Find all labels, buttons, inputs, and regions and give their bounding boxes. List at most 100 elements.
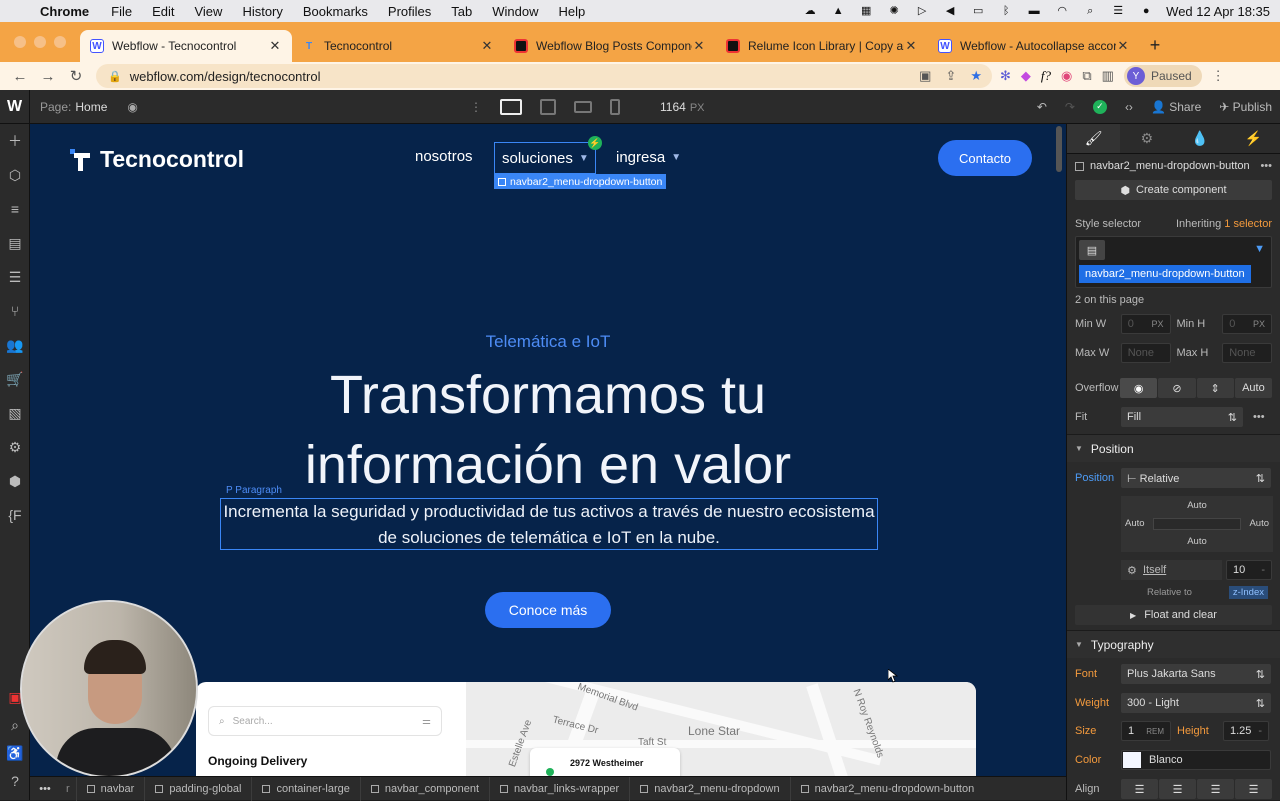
tab-webflow-tecnocontrol[interactable]: W Webflow - Tecnocontrol ✕ <box>80 30 292 62</box>
interaction-bolt-icon[interactable]: ⚡ <box>588 136 602 150</box>
overflow-auto-button[interactable]: Auto <box>1234 378 1273 398</box>
breadcrumb-item[interactable]: navbar2_menu-dropdown-button <box>789 776 985 801</box>
back-arrow-icon[interactable]: ← <box>6 68 34 85</box>
nav-dropdown-soluciones[interactable]: soluciones ▼ <box>494 142 596 174</box>
pages-icon[interactable]: ▤ <box>0 226 30 260</box>
lock-icon[interactable]: 🔒 <box>108 70 122 83</box>
overflow-scroll-icon[interactable]: ⇕ <box>1196 378 1234 398</box>
hero-paragraph[interactable]: Incrementa la seguridad y productividad … <box>220 498 878 550</box>
tab-tecnocontrol[interactable]: T Tecnocontrol ✕ <box>292 30 504 62</box>
tab-relume-icon-library[interactable]: Relume Icon Library | Copy and ✕ <box>716 30 928 62</box>
logic-icon[interactable]: ⑂ <box>0 294 30 328</box>
new-tab-button[interactable]: + <box>1140 30 1170 62</box>
offset-top[interactable]: Auto <box>1121 500 1273 511</box>
forward-arrow-icon[interactable]: → <box>34 68 62 85</box>
menu-window[interactable]: Window <box>492 4 538 19</box>
reload-icon[interactable]: ↻ <box>62 67 90 85</box>
color-swatch[interactable] <box>1123 752 1141 768</box>
add-elements-icon[interactable]: ＋ <box>0 124 30 158</box>
style-brush-tab-icon[interactable]: 🖌 <box>1067 124 1121 153</box>
hero-heading[interactable]: Transformamos tu información en valor <box>30 360 1066 500</box>
interactions-bolt-tab-icon[interactable]: ⚡ <box>1227 124 1280 153</box>
color-field[interactable]: Blanco <box>1121 750 1271 770</box>
weight-select[interactable]: 300 - Light ⇅ <box>1121 693 1271 713</box>
selector-dropdown-icon[interactable]: ▼ <box>1254 243 1265 255</box>
chrome-menu-icon[interactable]: ⋮ <box>1212 68 1225 84</box>
offset-bottom[interactable]: Auto <box>1121 536 1273 547</box>
grid-icon[interactable]: ▦ <box>858 5 874 17</box>
float-and-clear-toggle[interactable]: ▶ Float and clear <box>1075 605 1272 625</box>
menu-history[interactable]: History <box>242 4 282 19</box>
save-page-icon[interactable]: ▣ <box>919 68 931 84</box>
menu-clock[interactable]: Wed 12 Apr 18:35 <box>1166 4 1270 19</box>
nav-dropdown-ingresa[interactable]: ingresa ▼ <box>616 149 681 166</box>
bookmark-star-icon[interactable]: ★ <box>970 68 982 84</box>
close-tab-icon[interactable]: ✕ <box>1116 38 1130 54</box>
control-center-icon[interactable]: ☰ <box>1110 5 1126 17</box>
tablet-breakpoint-icon[interactable] <box>540 98 556 115</box>
apps-box-icon[interactable]: ⬢ <box>0 464 30 498</box>
users-icon[interactable]: 👥 <box>0 328 30 362</box>
extension-fx-icon[interactable]: f? <box>1041 68 1051 84</box>
settings-gear-icon[interactable]: ⚙ <box>0 430 30 464</box>
breadcrumb-partial[interactable]: r <box>60 783 76 795</box>
breadcrumb-item[interactable]: navbar <box>75 776 145 801</box>
battery-icon[interactable]: ▬ <box>1026 5 1042 17</box>
menu-app-name[interactable]: Chrome <box>40 4 89 19</box>
align-center-icon[interactable]: ☰ <box>1159 779 1196 799</box>
menu-view[interactable]: View <box>194 4 222 19</box>
tab-webflow-blog-posts[interactable]: Webflow Blog Posts Componen ✕ <box>504 30 716 62</box>
extension-blob-icon[interactable]: ◆ <box>1021 68 1031 84</box>
position-select[interactable]: ⊢ Relative ⇅ <box>1121 468 1271 488</box>
address-bar[interactable]: 🔒 webflow.com/design/tecnocontrol ▣ ⇪ ★ <box>96 64 992 88</box>
breadcrumb-item[interactable]: navbar2_menu-dropdown <box>629 776 789 801</box>
selector-field[interactable]: ▤ ▼ navbar2_menu-dropdown-button <box>1075 236 1272 288</box>
min-w-field[interactable]: 0 PX <box>1120 314 1171 334</box>
menu-file[interactable]: File <box>111 4 132 19</box>
share-button[interactable]: 👤 Share <box>1151 100 1201 114</box>
extensions-puzzle-icon[interactable]: ⧉ <box>1082 68 1091 84</box>
volume-icon[interactable]: ◀ <box>942 5 958 17</box>
finsweet-extension-icon[interactable]: {F <box>0 498 30 532</box>
position-section-header[interactable]: ▼ Position <box>1067 434 1280 462</box>
close-tab-icon[interactable]: ✕ <box>480 38 494 54</box>
align-right-icon[interactable]: ☰ <box>1197 779 1234 799</box>
menu-profiles[interactable]: Profiles <box>388 4 431 19</box>
hero-kicker[interactable]: Telemática e IoT <box>30 332 1066 352</box>
menu-tab[interactable]: Tab <box>451 4 472 19</box>
more-options-icon[interactable]: ⋮ <box>470 100 482 114</box>
undo-icon[interactable]: ↶ <box>1037 100 1047 114</box>
maximize-window-button[interactable] <box>54 36 66 48</box>
align-justify-icon[interactable]: ☰ <box>1235 779 1272 799</box>
height-field[interactable]: 1.25- <box>1223 721 1269 741</box>
conoce-mas-button[interactable]: Conoce más <box>485 592 611 628</box>
nav-link-nosotros[interactable]: nosotros <box>415 148 473 165</box>
breadcrumb-item[interactable]: container-large <box>251 776 359 801</box>
selector-state-icon[interactable]: ▤ <box>1079 240 1105 260</box>
gear-icon[interactable]: ✺ <box>886 5 902 17</box>
settings-gear-tab-icon[interactable]: ⚙ <box>1120 124 1173 153</box>
redo-icon[interactable]: ↷ <box>1065 100 1075 114</box>
bluetooth-icon[interactable]: ᛒ <box>998 5 1014 17</box>
creative-cloud-icon[interactable]: ☁ <box>802 5 818 17</box>
play-icon[interactable]: ▷ <box>914 5 930 17</box>
contact-button[interactable]: Contacto <box>938 140 1032 176</box>
max-h-field[interactable]: None <box>1222 343 1272 363</box>
font-select[interactable]: Plus Jakarta Sans ⇅ <box>1121 664 1271 684</box>
style-manager-drops-tab-icon[interactable]: 💧 <box>1174 124 1227 153</box>
more-options-icon[interactable]: ••• <box>1253 411 1265 423</box>
landscape-breakpoint-icon[interactable] <box>574 100 592 113</box>
ecommerce-cart-icon[interactable]: 🛒 <box>0 362 30 396</box>
max-w-field[interactable]: None <box>1120 343 1171 363</box>
publish-button[interactable]: ✈ Publish <box>1219 100 1272 114</box>
close-tab-icon[interactable]: ✕ <box>904 38 918 54</box>
more-options-icon[interactable]: ••• <box>1260 160 1272 172</box>
cms-database-icon[interactable]: ☰ <box>0 260 30 294</box>
extension-color-wheel-icon[interactable]: ◉ <box>1061 68 1072 84</box>
more-breadcrumbs-icon[interactable]: ••• <box>30 783 60 795</box>
wifi-icon[interactable]: ◠ <box>1054 5 1070 17</box>
class-chip[interactable]: navbar2_menu-dropdown-button <box>1079 265 1251 283</box>
desktop-breakpoint-icon[interactable] <box>500 98 522 115</box>
breadcrumb-item[interactable]: navbar_links-wrapper <box>489 776 629 801</box>
min-h-field[interactable]: 0 PX <box>1222 314 1272 334</box>
